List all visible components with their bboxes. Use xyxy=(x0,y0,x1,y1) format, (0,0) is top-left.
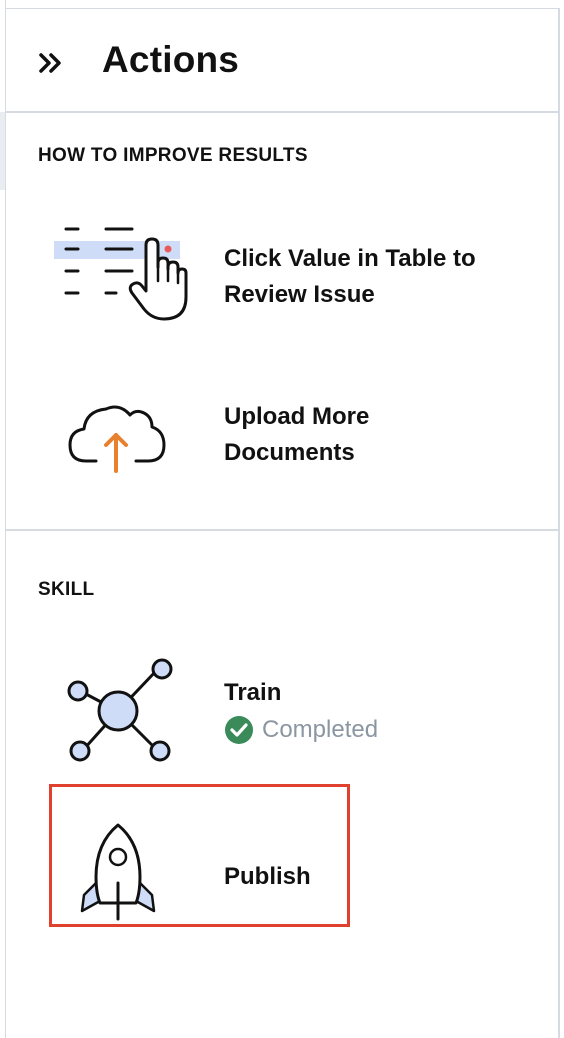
train-label: Train xyxy=(224,679,282,706)
table-click-icon xyxy=(54,227,188,321)
upload-more-label-line2: Documents xyxy=(224,439,355,466)
network-hub-icon xyxy=(67,658,173,762)
upload-more-documents-action[interactable]: Upload More Documents xyxy=(46,389,526,489)
check-circle-icon xyxy=(225,716,253,744)
actions-sidebar-window: Actions HOW TO IMPROVE RESULTS Click Val… xyxy=(0,0,564,1038)
click-value-label: Click Value in Table to Review Issue xyxy=(224,241,476,313)
train-action[interactable]: Train xyxy=(46,649,526,769)
click-value-label-line2: Review Issue xyxy=(224,281,375,308)
left-rail-shade xyxy=(0,112,5,190)
publish-highlight-box xyxy=(49,784,350,927)
section-divider xyxy=(6,529,558,531)
click-value-in-table-action[interactable]: Click Value in Table to Review Issue xyxy=(46,215,526,335)
upload-more-label-line1: Upload More xyxy=(224,403,370,430)
double-chevron-right-icon xyxy=(39,53,61,73)
actions-panel: Actions HOW TO IMPROVE RESULTS Click Val… xyxy=(6,8,560,1038)
cloud-upload-icon xyxy=(68,405,166,473)
panel-header: Actions xyxy=(6,9,558,113)
collapse-panel-button[interactable] xyxy=(36,47,70,81)
upload-more-label: Upload More Documents xyxy=(224,399,369,471)
train-status: Completed xyxy=(224,715,378,745)
section-label-skill: SKILL xyxy=(38,579,95,600)
click-value-label-line1: Click Value in Table to xyxy=(224,245,476,272)
train-status-text: Completed xyxy=(262,716,379,743)
section-label-improve-results: HOW TO IMPROVE RESULTS xyxy=(38,145,308,166)
panel-title: Actions xyxy=(102,39,240,80)
